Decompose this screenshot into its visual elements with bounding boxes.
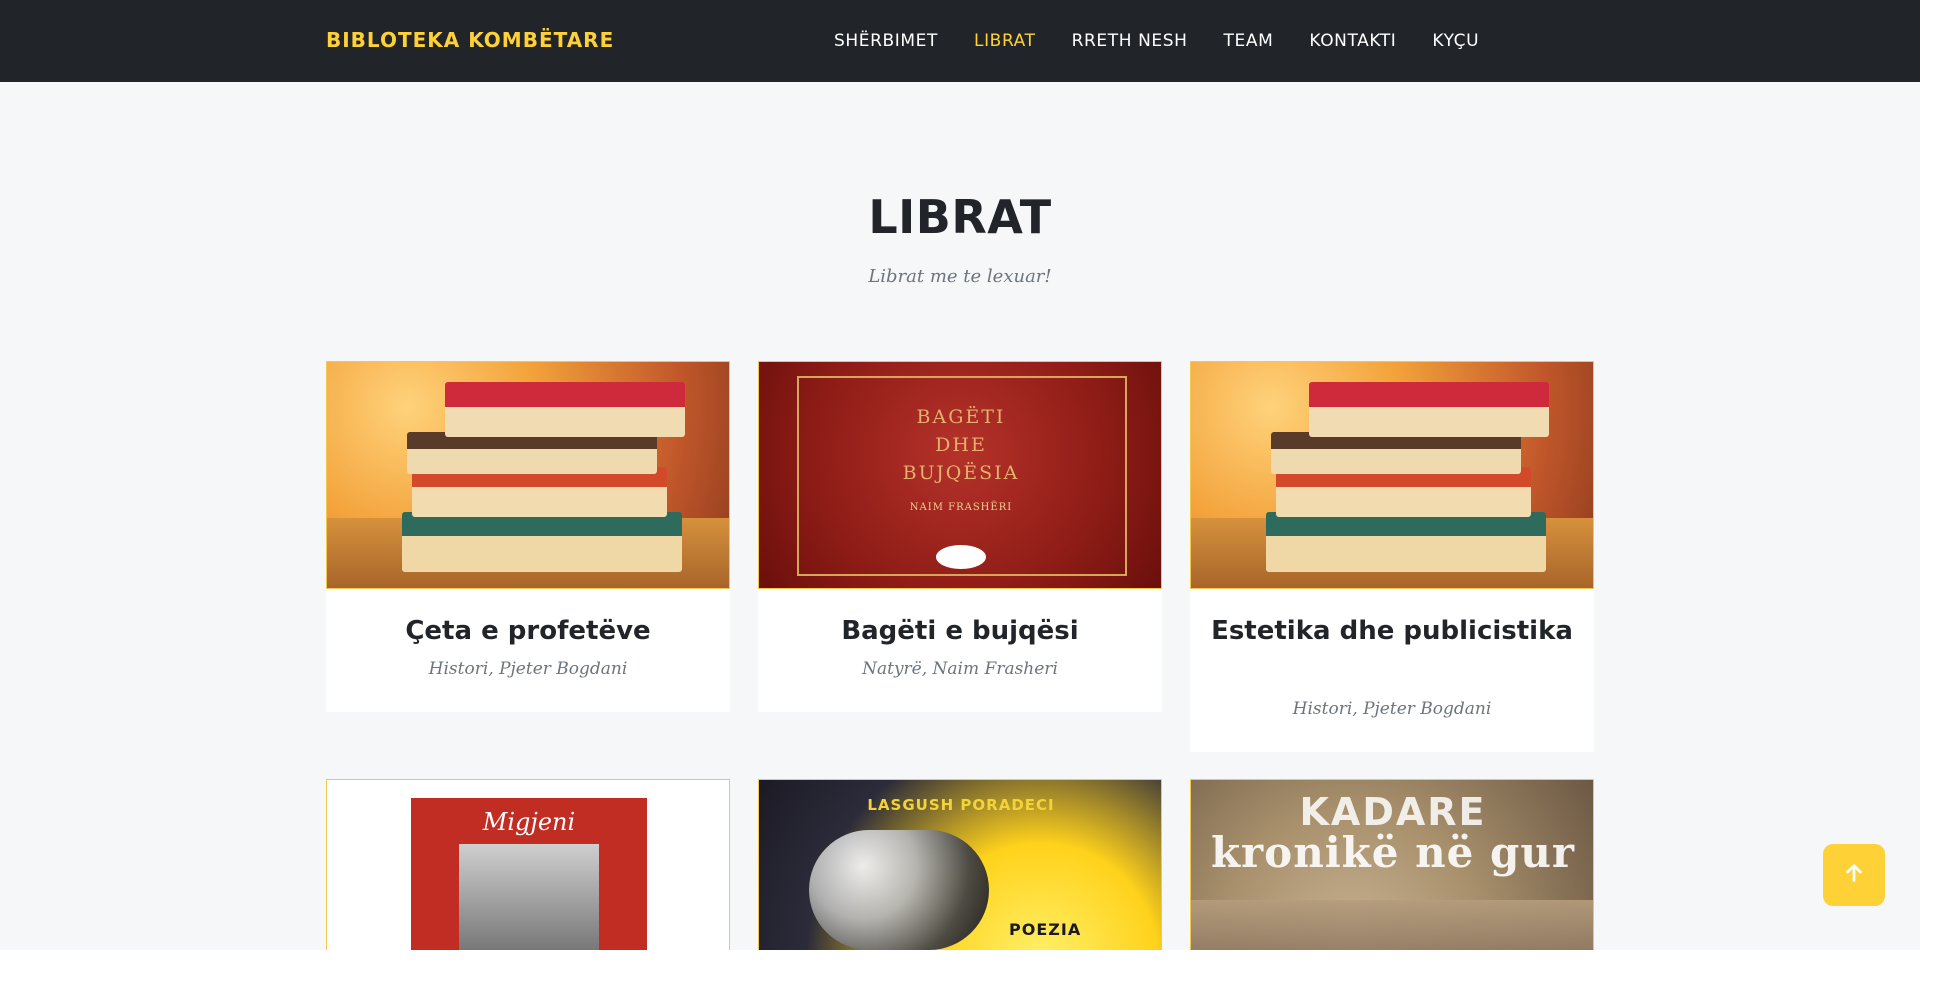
book-meta: Histori, Pjeter Bogdani	[1292, 699, 1492, 719]
nav-item-team[interactable]: TEAM	[1224, 31, 1274, 53]
book-cover-red[interactable]: BAGËTI DHE BUJQËSIA NAIM FRASHËRI	[758, 361, 1162, 589]
book-card[interactable]: Çeta e profetëve Histori, Pjeter Bogdani	[326, 361, 730, 712]
nav-item-librat[interactable]: LIBRAT	[974, 31, 1036, 53]
arrow-up-icon	[1843, 862, 1865, 888]
cover-label: POEZIA	[1009, 920, 1082, 939]
book-shape	[1309, 382, 1549, 437]
main-nav: SHËRBIMET LIBRAT RRETH NESH TEAM KONTAKT…	[834, 31, 1515, 53]
section-subtitle: Librat me te lexuar!	[868, 266, 1052, 287]
book-cover-stack-of-books[interactable]	[1190, 361, 1594, 589]
nav-item-sherbimet[interactable]: SHËRBIMET	[834, 31, 938, 53]
book-shape	[1276, 467, 1531, 517]
cover-author: NAIM FRASHËRI	[909, 502, 1013, 513]
book-title[interactable]: Bagëti e bujqësi	[758, 611, 1162, 651]
nav-item-kontakti[interactable]: KONTAKTI	[1309, 31, 1396, 53]
brand-logo-text[interactable]: BIBLOTEKA KOMBËTARE	[326, 28, 614, 52]
lasgush-cover: LASGUSH PORADECI POEZIA	[759, 780, 1161, 950]
cover-photo	[459, 844, 599, 950]
nav-item-kycu[interactable]: KYÇU	[1432, 31, 1479, 53]
book-meta: Histori, Pjeter Bogdani	[428, 659, 628, 679]
book-shape	[407, 432, 657, 474]
cover-title: kronikë në gur	[1210, 828, 1576, 877]
book-title[interactable]: Çeta e profetëve	[326, 611, 730, 651]
cover-title-line: DHE	[935, 434, 987, 456]
book-card[interactable]: Migjeni	[326, 779, 730, 950]
book-cover-kadare[interactable]: KADARE kronikë në gur	[1190, 779, 1594, 950]
book-meta: Natyrë, Naim Frasheri	[862, 659, 1058, 679]
publisher-logo	[936, 545, 986, 569]
book-title[interactable]: Estetika dhe publicistika	[1190, 611, 1594, 651]
page: BIBLOTEKA KOMBËTARE SHËRBIMET LIBRAT RRE…	[0, 0, 1920, 950]
book-shape	[1266, 512, 1546, 572]
cover-name: Migjeni	[482, 808, 576, 836]
book-card[interactable]: BAGËTI DHE BUJQËSIA NAIM FRASHËRI Bagëti…	[758, 361, 1162, 712]
book-cover-migjeni[interactable]: Migjeni	[326, 779, 730, 950]
book-shape	[412, 467, 667, 517]
book-cover-stack-of-books[interactable]	[326, 361, 730, 589]
cover-author: LASGUSH PORADECI	[867, 796, 1055, 814]
book-card[interactable]: Estetika dhe publicistika Histori, Pjete…	[1190, 361, 1594, 752]
cover-title-line: BUJQËSIA	[902, 462, 1020, 484]
red-book-cover: BAGËTI DHE BUJQËSIA NAIM FRASHËRI	[759, 362, 1161, 588]
book-shape	[1271, 432, 1521, 474]
back-to-top-button[interactable]	[1823, 844, 1885, 906]
migjeni-cover: Migjeni	[327, 780, 729, 950]
cover-city-image	[1191, 900, 1593, 950]
cover-title-line: BAGËTI	[916, 406, 1006, 428]
book-shape	[445, 382, 685, 437]
navbar: BIBLOTEKA KOMBËTARE SHËRBIMET LIBRAT RRE…	[0, 0, 1920, 82]
book-cover-lasgush[interactable]: LASGUSH PORADECI POEZIA	[758, 779, 1162, 950]
book-card[interactable]: KADARE kronikë në gur	[1190, 779, 1594, 950]
kadare-cover: KADARE kronikë në gur	[1191, 780, 1593, 950]
cover-portrait	[809, 830, 989, 950]
book-shape	[402, 512, 682, 572]
section-title: LIBRAT	[868, 190, 1052, 244]
book-card[interactable]: LASGUSH PORADECI POEZIA	[758, 779, 1162, 950]
nav-item-rreth-nesh[interactable]: RRETH NESH	[1072, 31, 1188, 53]
